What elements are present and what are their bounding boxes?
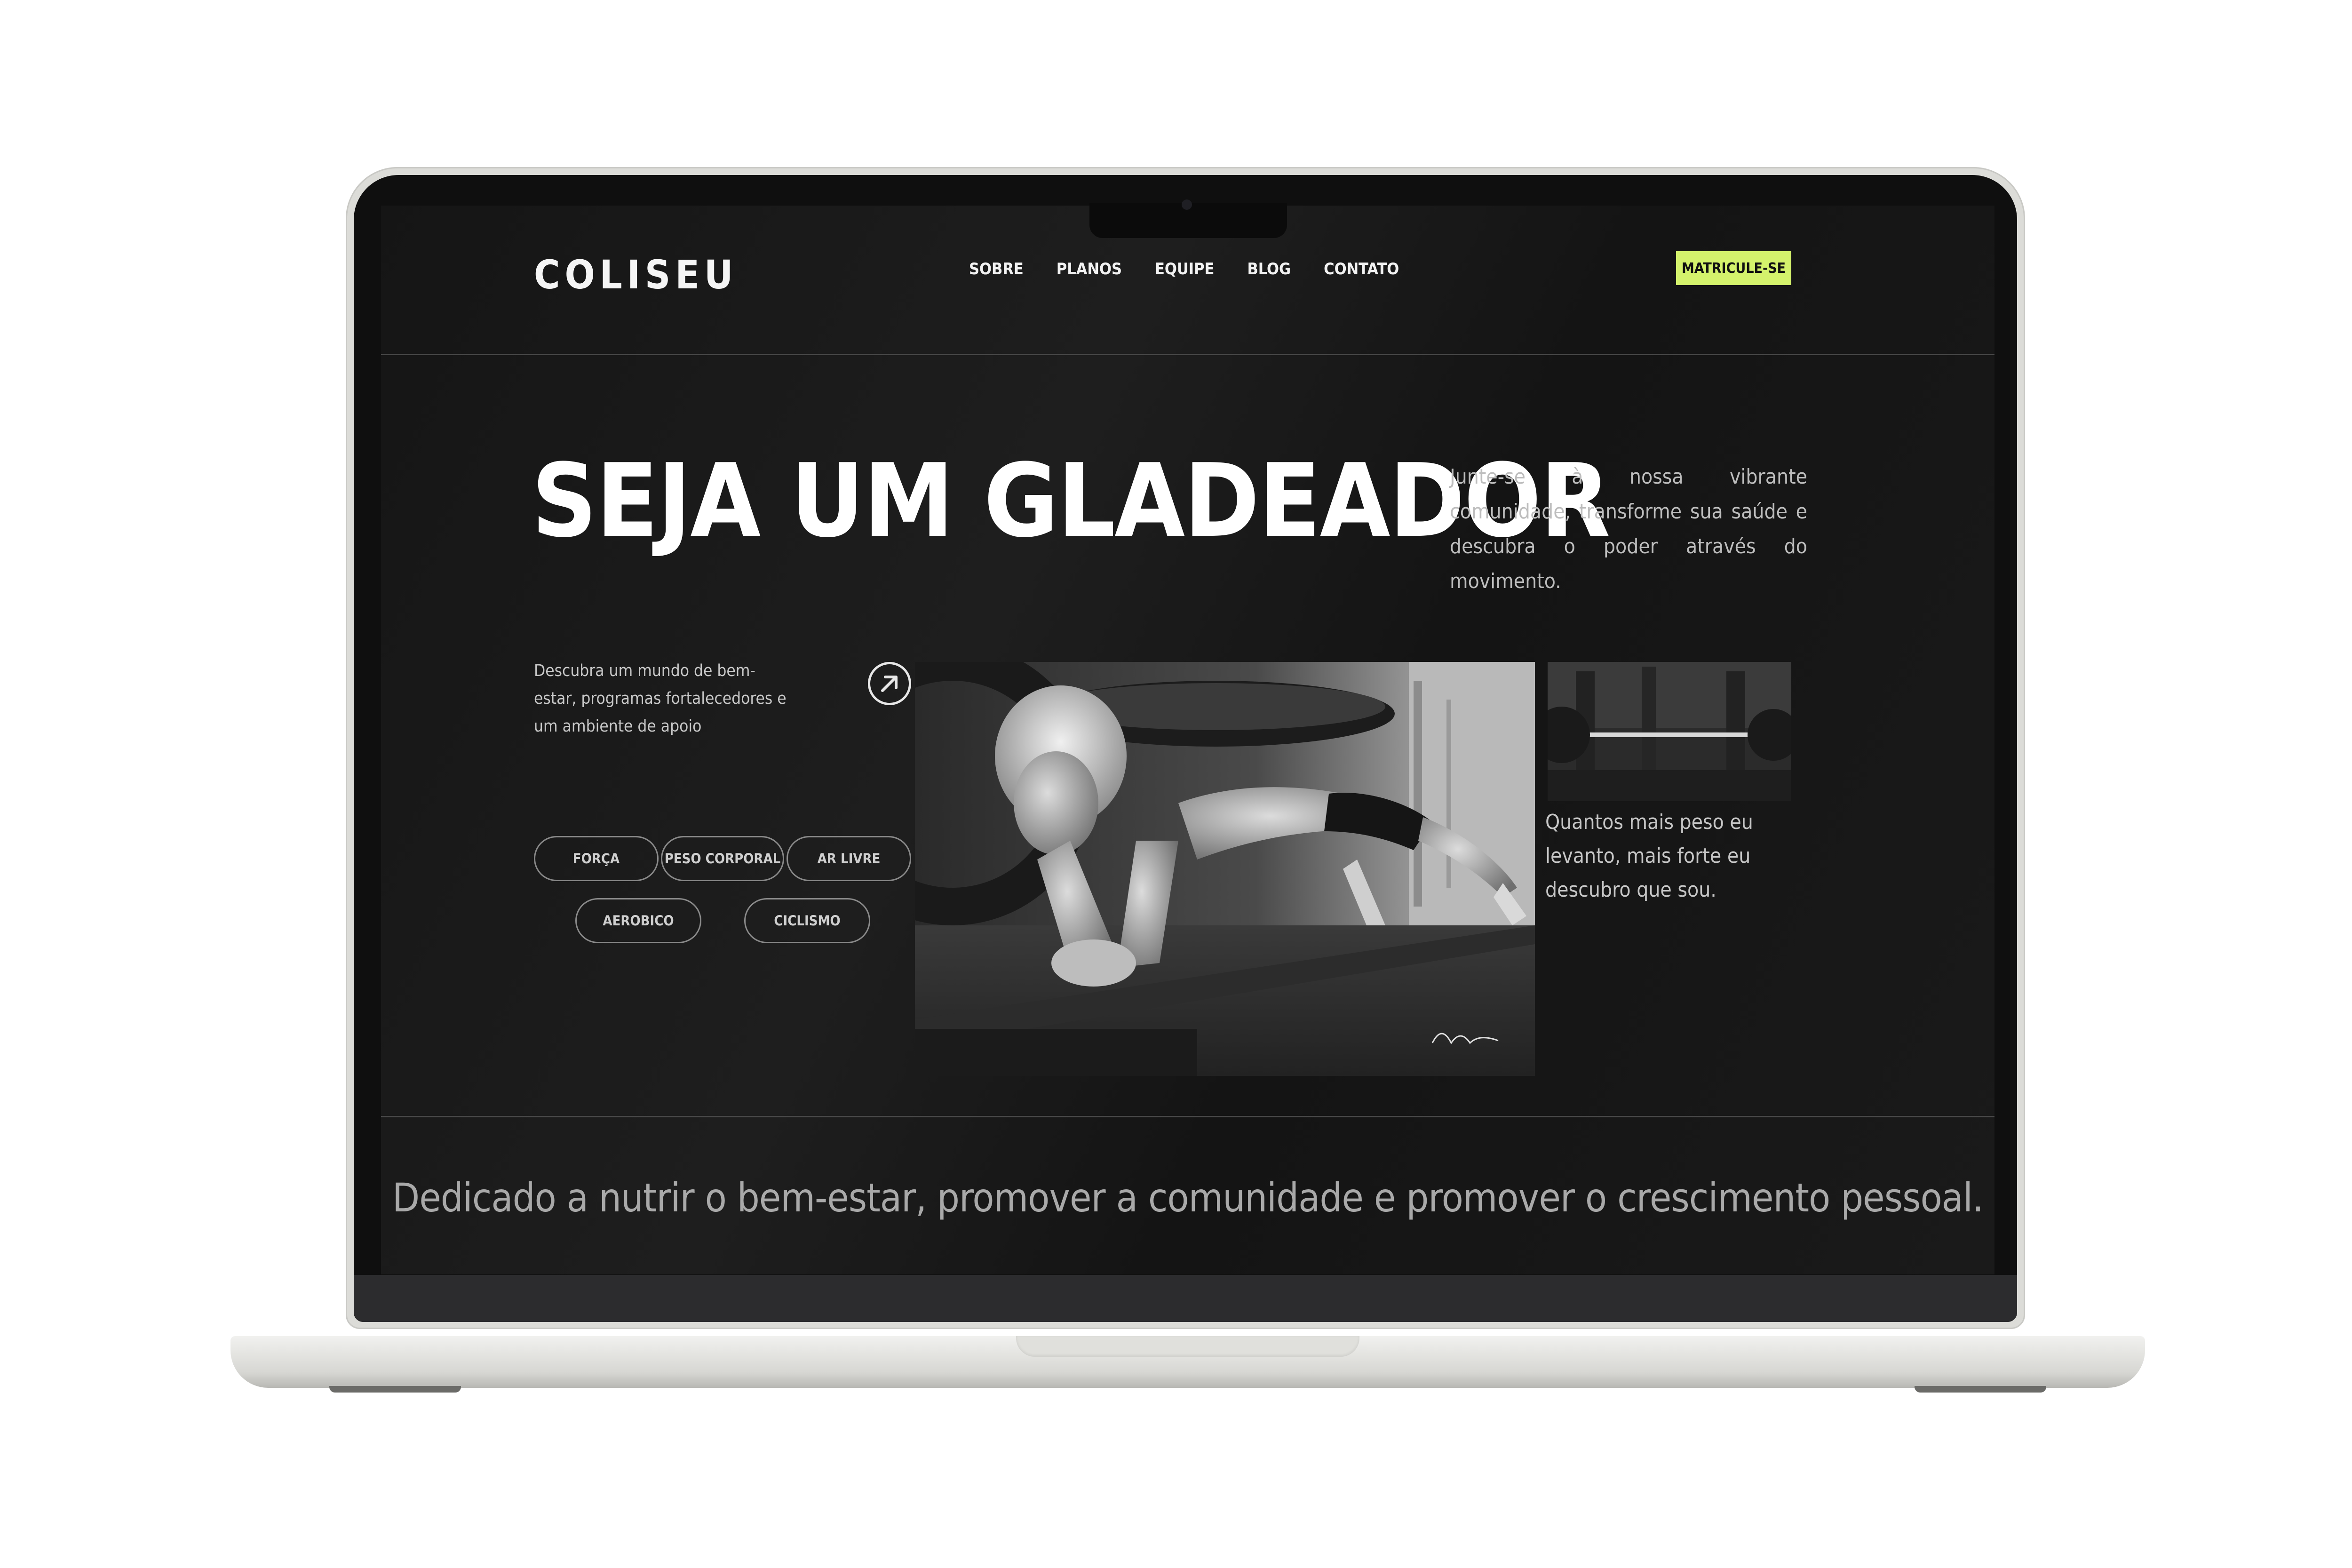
nav-link-planos[interactable]: PLANOS: [1057, 260, 1122, 279]
laptop-chin: [354, 1275, 2017, 1322]
nav-link-equipe[interactable]: EQUIPE: [1155, 260, 1214, 279]
laptop-foot-right: [1915, 1386, 2046, 1393]
main-nav: SOBRE PLANOS EQUIPE BLOG CONTATO: [969, 260, 1399, 279]
hero-subtitle: Junte-se à nossa vibrante comunidade, tr…: [1450, 465, 1807, 593]
header-divider: [381, 354, 1994, 355]
laptop-foot-left: [329, 1386, 461, 1393]
gym-barbell-photo: [1548, 662, 1791, 801]
nav-link-contato[interactable]: CONTATO: [1324, 260, 1399, 279]
hero-plank-photo: [915, 662, 1535, 1076]
nav-link-blog[interactable]: BLOG: [1247, 260, 1291, 279]
hero-intro-text: Descubra um mundo de bem-estar, programa…: [534, 661, 787, 736]
tag-forca[interactable]: FORÇA: [534, 836, 659, 881]
mission-statement: Dedicado a nutrir o bem-estar, promover …: [392, 1175, 1984, 1221]
section-divider: [381, 1116, 1994, 1117]
website-screen: COLISEU SOBRE PLANOS EQUIPE BLOG CONTATO…: [381, 206, 1994, 1274]
nav-link-sobre[interactable]: SOBRE: [969, 260, 1024, 279]
tag-ar-livre[interactable]: AR LIVRE: [787, 836, 911, 881]
camera-icon: [1182, 199, 1192, 210]
tag-ciclismo[interactable]: CICLISMO: [744, 898, 870, 943]
enroll-button[interactable]: MATRICULE-SE: [1676, 251, 1791, 285]
motivational-quote: Quantos mais peso eu levanto, mais forte…: [1545, 810, 1753, 902]
tag-aerobico[interactable]: AEROBICO: [575, 898, 701, 943]
arrow-up-right-icon[interactable]: [868, 662, 911, 705]
laptop-opening-groove: [1016, 1336, 1359, 1357]
hero-title: SEJA UM GLADEADOR: [532, 442, 1610, 560]
tag-peso-corporal[interactable]: PESO CORPORAL: [661, 836, 784, 881]
site-logo[interactable]: COLISEU: [534, 252, 738, 298]
